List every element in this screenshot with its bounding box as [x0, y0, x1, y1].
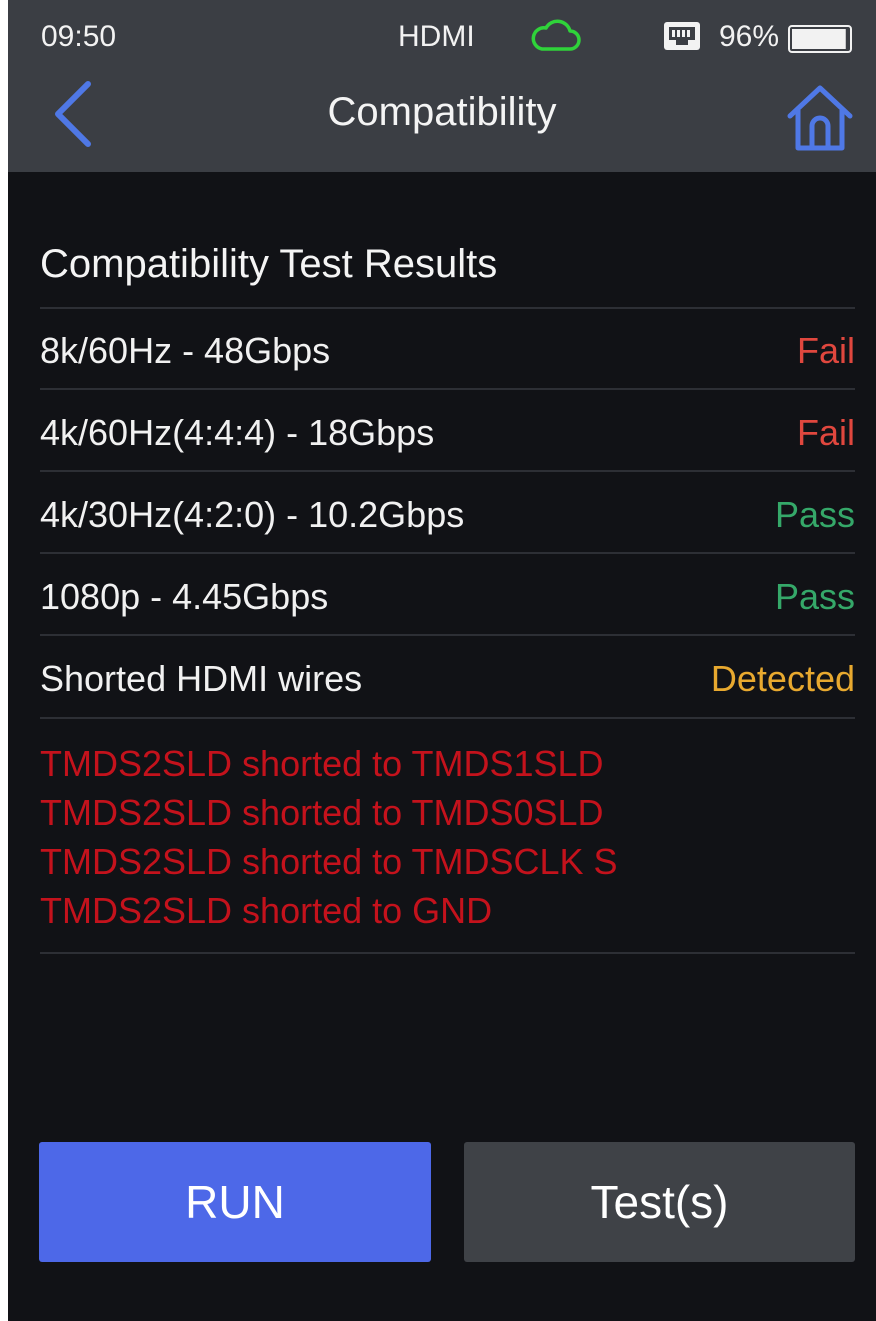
status-bar: 09:50 HDMI 96%: [8, 0, 876, 72]
status-time: 09:50: [41, 20, 117, 53]
result-label: 1080p - 4.45Gbps: [40, 576, 329, 617]
result-label: 4k/30Hz(4:2:0) - 10.2Gbps: [40, 494, 465, 535]
result-status: Pass: [774, 576, 855, 617]
tests-button[interactable]: Test(s): [464, 1142, 855, 1262]
result-row: 4k/30Hz(4:2:0) - 10.2Gbps Pass: [40, 472, 855, 552]
result-label: 4k/60Hz(4:4:4) - 18Gbps: [40, 412, 435, 453]
result-label: Shorted HDMI wires: [40, 658, 363, 699]
result-row: Shorted HDMI wires Detected: [40, 636, 855, 716]
app-screen: 09:50 HDMI 96% Compatibility Compatibili…: [8, 0, 876, 1321]
result-row: 4k/60Hz(4:4:4) - 18Gbps Fail: [40, 390, 855, 470]
divider: [40, 717, 855, 719]
result-status: Fail: [796, 330, 855, 371]
result-label: 8k/60Hz - 48Gbps: [40, 330, 331, 371]
home-icon[interactable]: [784, 82, 856, 154]
battery-percent: 96%: [719, 20, 780, 53]
results-title: Compatibility Test Results: [40, 242, 498, 286]
result-row: 1080p - 4.45Gbps Pass: [40, 554, 855, 634]
top-bar: 09:50 HDMI 96% Compatibility: [8, 0, 876, 172]
connection-label: HDMI: [398, 20, 475, 53]
battery-icon: [788, 25, 852, 53]
error-line: TMDS2SLD shorted to TMDS1SLD: [40, 743, 604, 784]
error-line: TMDS2SLD shorted to TMDSCLK S: [40, 841, 618, 882]
page-title: Compatibility: [327, 90, 557, 134]
short-circuit-list: TMDS2SLD shorted to TMDS1SLD TMDS2SLD sh…: [40, 739, 855, 935]
ethernet-icon: [664, 22, 700, 50]
run-button[interactable]: RUN: [39, 1142, 431, 1262]
error-line: TMDS2SLD shorted to TMDS0SLD: [40, 792, 604, 833]
divider: [40, 952, 855, 954]
result-row: 8k/60Hz - 48Gbps Fail: [40, 308, 855, 388]
cloud-icon: [531, 19, 581, 51]
result-status: Detected: [710, 658, 855, 699]
error-line: TMDS2SLD shorted to GND: [40, 890, 493, 931]
result-status: Pass: [774, 494, 855, 535]
result-status: Fail: [796, 412, 855, 453]
